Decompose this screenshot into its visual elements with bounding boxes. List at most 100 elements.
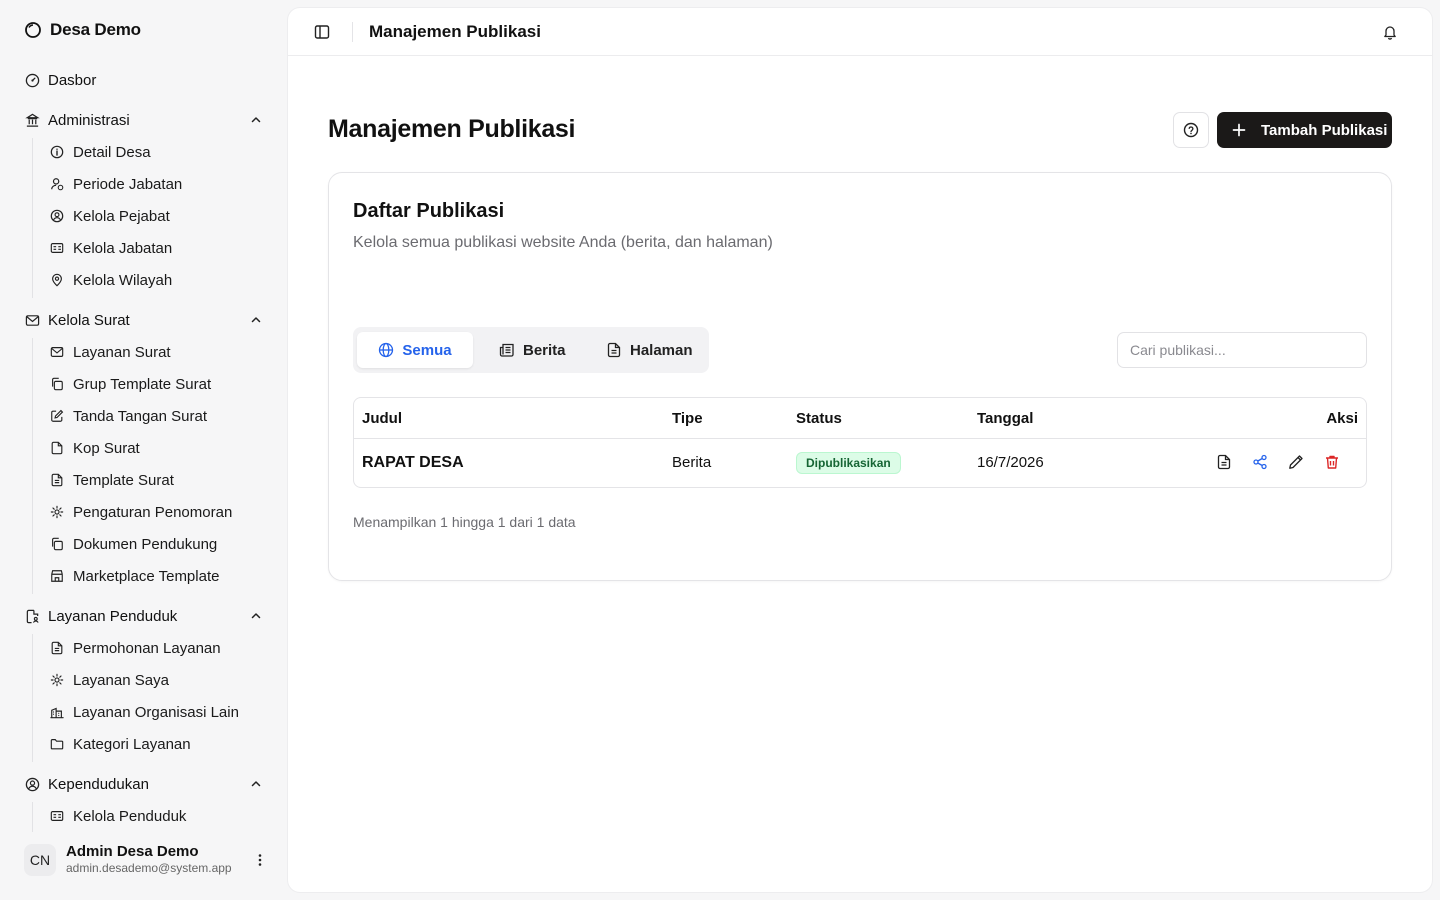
help-circle-icon xyxy=(1183,122,1199,138)
info-icon xyxy=(49,144,65,160)
id-card-icon xyxy=(49,240,65,256)
sidebar-item-layanan-organisasi-lain[interactable]: Layanan Organisasi Lain xyxy=(49,702,239,722)
sidebar-item-kelola-pejabat[interactable]: Kelola Pejabat xyxy=(49,206,170,226)
tab-semua[interactable]: Semua xyxy=(357,332,473,368)
file-text-icon xyxy=(606,342,622,358)
sidebar-group-label: Administrasi xyxy=(48,111,130,129)
mail-icon xyxy=(49,344,65,360)
pen-square-icon xyxy=(49,408,65,424)
sidebar-item-label: Kelola Jabatan xyxy=(73,239,173,257)
page-title: Manajemen Publikasi xyxy=(328,115,576,143)
sidebar-tree-line xyxy=(32,338,33,594)
map-pin-icon xyxy=(49,272,65,288)
sidebar-tree-line xyxy=(32,138,33,298)
tab-halaman[interactable]: Halaman xyxy=(606,332,693,368)
sidebar-item-label: Kelola Penduduk xyxy=(73,807,187,825)
main-panel: Manajemen Publikasi Manajemen Publikasi … xyxy=(288,8,1432,892)
sidebar-item-label: Grup Template Surat xyxy=(73,375,212,393)
view-file-icon[interactable] xyxy=(1216,453,1232,471)
column-header-judul[interactable]: Judul xyxy=(362,410,402,427)
sidebar-item-template-surat[interactable]: Template Surat xyxy=(49,470,174,490)
sidebar-group-label: Kelola Surat xyxy=(48,311,130,329)
sidebar-item-dasbor[interactable]: Dasbor xyxy=(24,70,264,90)
sidebar-group-kelola-surat[interactable]: Kelola Surat xyxy=(24,310,264,330)
chevron-up-icon xyxy=(248,776,264,792)
sidebar-item-permohonan-layanan[interactable]: Permohonan Layanan xyxy=(49,638,221,658)
sidebar-item-detail-desa[interactable]: Detail Desa xyxy=(49,142,151,162)
add-publication-button[interactable]: Tambah Publikasi xyxy=(1217,112,1392,148)
sidebar-item-kop-surat[interactable]: Kop Surat xyxy=(49,438,140,458)
newspaper-icon xyxy=(499,342,515,358)
sidebar-item-kelola-jabatan[interactable]: Kelola Jabatan xyxy=(49,238,172,258)
building-2-icon xyxy=(49,704,65,720)
share-icon[interactable] xyxy=(1252,453,1268,471)
more-vertical-icon[interactable] xyxy=(252,852,268,868)
sidebar-item-tanda-tangan-surat[interactable]: Tanda Tangan Surat xyxy=(49,406,207,426)
column-header-status[interactable]: Status xyxy=(796,410,842,427)
sidebar-toggle-icon[interactable] xyxy=(314,24,330,40)
column-header-tanggal[interactable]: Tanggal xyxy=(977,410,1033,427)
search-input[interactable] xyxy=(1117,332,1367,368)
row-actions xyxy=(1216,453,1340,471)
file-user-icon xyxy=(24,608,40,624)
breadcrumb: Manajemen Publikasi xyxy=(369,22,541,41)
sidebar-item-label: Layanan Organisasi Lain xyxy=(73,703,239,721)
table-row: RAPAT DESA Berita Dipublikasikan 16/7/20… xyxy=(354,439,1366,487)
chevron-up-icon xyxy=(248,112,264,128)
column-header-aksi: Aksi xyxy=(1326,410,1358,427)
publication-type: Berita xyxy=(672,454,712,471)
brand[interactable]: Desa Demo xyxy=(24,20,141,40)
help-button[interactable] xyxy=(1173,112,1209,148)
sidebar-item-kelola-penduduk[interactable]: Kelola Penduduk xyxy=(49,806,186,826)
sidebar-group-kependudukan[interactable]: Kependudukan xyxy=(24,774,264,794)
tab-berita[interactable]: Berita xyxy=(499,332,566,368)
gauge-icon xyxy=(24,72,40,88)
sidebar-item-layanan-surat[interactable]: Layanan Surat xyxy=(49,342,171,362)
plus-icon xyxy=(1231,122,1247,138)
tab-label: Berita xyxy=(523,341,566,359)
tab-label: Halaman xyxy=(630,341,693,359)
sidebar-item-label: Detail Desa xyxy=(73,143,151,161)
sidebar-item-marketplace-template[interactable]: Marketplace Template xyxy=(49,566,219,586)
chevron-up-icon xyxy=(248,608,264,624)
gear-icon xyxy=(49,672,65,688)
add-publication-label: Tambah Publikasi xyxy=(1261,121,1388,139)
building-icon xyxy=(24,112,40,128)
brand-name: Desa Demo xyxy=(50,20,141,39)
trash-icon[interactable] xyxy=(1324,453,1340,471)
user-name: Admin Desa Demo xyxy=(66,843,199,860)
table-header: Judul Tipe Status Tanggal Aksi xyxy=(354,398,1366,439)
edit-pencil-icon[interactable] xyxy=(1288,453,1304,471)
sidebar-item-dokumen-pendukung[interactable]: Dokumen Pendukung xyxy=(49,534,217,554)
sidebar-item-label: Dasbor xyxy=(48,71,97,89)
tab-label: Semua xyxy=(402,341,452,359)
bell-icon[interactable] xyxy=(1382,24,1398,40)
sidebar-group-label: Kependudukan xyxy=(48,775,149,793)
sidebar-item-label: Kelola Pejabat xyxy=(73,207,170,225)
avatar: CN xyxy=(24,844,56,876)
file-icon xyxy=(49,440,65,456)
column-header-tipe[interactable]: Tipe xyxy=(672,410,703,427)
sidebar-item-grup-template-surat[interactable]: Grup Template Surat xyxy=(49,374,211,394)
sidebar-group-administrasi[interactable]: Administrasi xyxy=(24,110,264,130)
sidebar-item-label: Dokumen Pendukung xyxy=(73,535,218,553)
mail-icon xyxy=(24,312,40,328)
publication-tabs: Semua Berita Halaman xyxy=(353,327,709,373)
user-circle-icon xyxy=(49,208,65,224)
sidebar-item-kategori-layanan[interactable]: Kategori Layanan xyxy=(49,734,191,754)
sidebar-item-label: Template Surat xyxy=(73,471,174,489)
topbar-divider xyxy=(352,22,353,42)
user-info: Admin Desa Demo admin.desademo@system.ap… xyxy=(66,843,238,877)
sidebar-item-periode-jabatan[interactable]: Periode Jabatan xyxy=(49,174,182,194)
sidebar-item-kelola-wilayah[interactable]: Kelola Wilayah xyxy=(49,270,172,290)
file-text-icon xyxy=(49,472,65,488)
sidebar-item-label: Kop Surat xyxy=(73,439,140,457)
pagination-summary: Menampilkan 1 hingga 1 dari 1 data xyxy=(353,514,576,530)
user-profile[interactable]: CN Admin Desa Demo admin.desademo@system… xyxy=(24,840,268,880)
sidebar-item-label: Tanda Tangan Surat xyxy=(73,407,207,425)
sidebar-group-layanan-penduduk[interactable]: Layanan Penduduk xyxy=(24,606,264,626)
sidebar-item-label: Layanan Saya xyxy=(73,671,169,689)
id-card-icon xyxy=(49,808,65,824)
sidebar-item-layanan-saya[interactable]: Layanan Saya xyxy=(49,670,169,690)
sidebar-item-pengaturan-penomoran[interactable]: Pengaturan Penomoran xyxy=(49,502,232,522)
